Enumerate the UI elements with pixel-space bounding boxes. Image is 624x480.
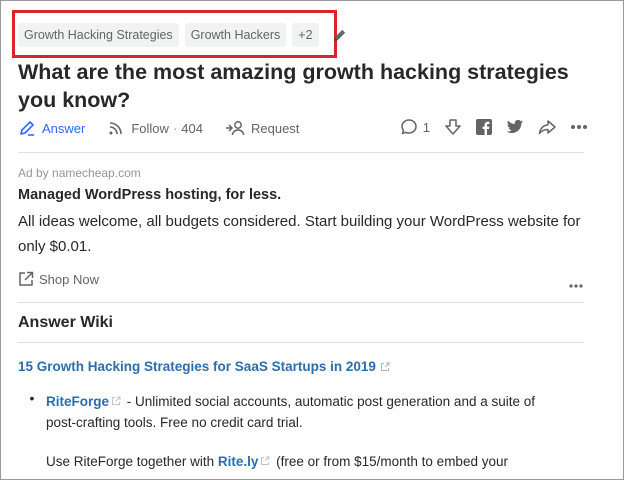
- wiki-article-title: 15 Growth Hacking Strategies for SaaS St…: [18, 359, 376, 374]
- follow-label: Follow: [131, 120, 169, 136]
- answer-label: Answer: [42, 120, 86, 136]
- shop-now-link[interactable]: Shop Now: [18, 271, 99, 287]
- request-icon: [225, 119, 245, 137]
- item2-prefix: Use RiteForge together with: [46, 454, 218, 469]
- riteforge-link[interactable]: RiteForge: [46, 394, 109, 409]
- question-title[interactable]: What are the most amazing growth hacking…: [18, 58, 608, 114]
- topic-tags: Growth Hacking Strategies Growth Hackers…: [18, 23, 349, 47]
- tag-growth-hacking-strategies[interactable]: Growth Hacking Strategies: [18, 23, 179, 47]
- comment-icon: [400, 118, 418, 136]
- pencil-icon[interactable]: [331, 26, 349, 44]
- follow-separator: ·: [172, 120, 178, 136]
- request-label: Request: [250, 120, 300, 136]
- comment-button[interactable]: 1: [400, 118, 430, 136]
- pen-icon: [18, 119, 36, 137]
- wiki-article-link[interactable]: 15 Growth Hacking Strategies for SaaS St…: [18, 359, 390, 374]
- follow-button[interactable]: Follow · 404: [107, 119, 203, 137]
- external-link-icon: [111, 396, 121, 406]
- item2-text: (free or from $15/month to embed your: [272, 454, 508, 469]
- divider: [18, 152, 584, 153]
- answer-button[interactable]: Answer: [18, 119, 85, 137]
- external-link-icon: [18, 271, 34, 287]
- bullet-icon: •: [29, 390, 35, 406]
- tag-more[interactable]: +2: [292, 23, 319, 47]
- ad-source[interactable]: Ad by namecheap.com: [18, 166, 141, 180]
- secondary-actions: 1: [400, 118, 588, 136]
- shop-now-label: Shop Now: [39, 271, 99, 287]
- tag-growth-hackers[interactable]: Growth Hackers: [184, 23, 287, 47]
- follow-count: 404: [181, 120, 203, 136]
- facebook-icon[interactable]: [476, 119, 492, 135]
- downvote-icon[interactable]: [444, 118, 462, 136]
- external-link-icon: [380, 362, 390, 372]
- list-item: Use RiteForge together with Rite.ly (fre…: [46, 451, 586, 472]
- question-actions: Answer Follow · 404 Request 1: [18, 118, 588, 138]
- external-link-icon: [260, 456, 270, 466]
- follow-icon: [107, 119, 125, 137]
- divider: [18, 302, 584, 303]
- ritely-link[interactable]: Rite.ly: [218, 454, 259, 469]
- divider: [18, 342, 584, 343]
- list-item: RiteForge - Unlimited social accounts, a…: [46, 391, 566, 433]
- ad-title[interactable]: Managed WordPress hosting, for less.: [18, 187, 281, 203]
- request-button[interactable]: Request: [225, 119, 299, 137]
- twitter-icon[interactable]: [506, 119, 524, 135]
- ad-text[interactable]: All ideas welcome, all budgets considere…: [18, 209, 588, 259]
- comment-count: 1: [422, 119, 430, 135]
- ad-options-icon[interactable]: [568, 276, 584, 294]
- more-options-icon[interactable]: [570, 124, 588, 130]
- answer-wiki-heading: Answer Wiki: [18, 314, 113, 331]
- share-icon[interactable]: [538, 118, 556, 136]
